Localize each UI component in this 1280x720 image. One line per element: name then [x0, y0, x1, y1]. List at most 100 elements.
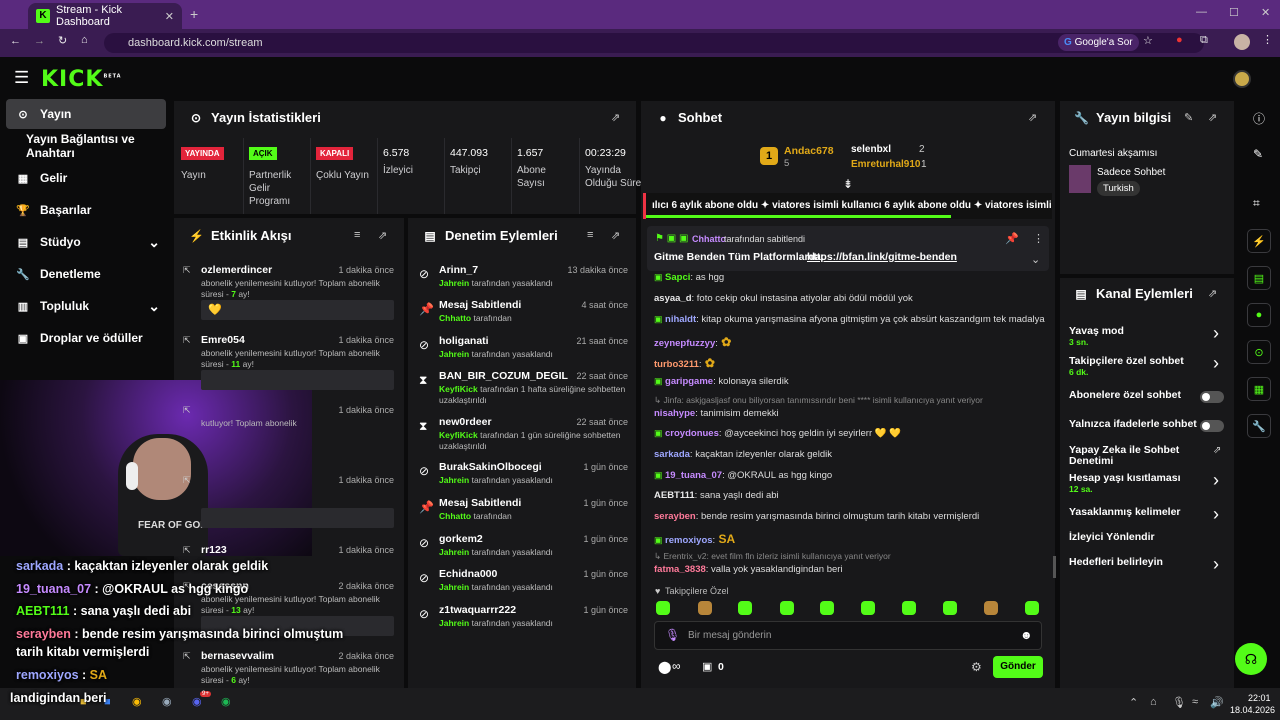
- moderator-name[interactable]: Jahrein: [439, 618, 469, 628]
- chat-settings-icon[interactable]: ⚙: [971, 660, 982, 674]
- activity-username[interactable]: bernasevvalim: [201, 650, 274, 662]
- pinned-link[interactable]: https://bfan.link/gitme-benden: [807, 251, 957, 263]
- clipboard-icon[interactable]: ▤: [1247, 266, 1271, 290]
- channel-action-item[interactable]: Yavaş mod 3 sn.: [1069, 326, 1199, 348]
- popout-icon[interactable]: ⇗: [1208, 111, 1217, 124]
- channel-action-item[interactable]: Yasaklanmış kelimeler: [1069, 507, 1199, 518]
- sidebar-item[interactable]: 🔧 Denetleme: [6, 259, 166, 289]
- google-ask-button[interactable]: G Google'a Sor: [1058, 34, 1139, 51]
- sidebar-item[interactable]: ▥ Topluluk ⌄: [6, 291, 166, 321]
- chrome-icon[interactable]: ◉: [132, 695, 142, 708]
- edit-icon[interactable]: ✎: [1253, 147, 1263, 161]
- broadcast-icon[interactable]: ⊙: [1247, 340, 1271, 364]
- expand-leaderboard-icon[interactable]: ⇟: [843, 177, 853, 191]
- pinned-message[interactable]: [647, 226, 1049, 271]
- activity-username[interactable]: rr123: [201, 544, 227, 556]
- edit-icon[interactable]: ✎: [1184, 111, 1193, 124]
- chevron-down-icon[interactable]: ⌄: [148, 298, 160, 315]
- third-gifter-name[interactable]: Emreturhal910: [851, 159, 920, 170]
- emoji-icon[interactable]: ☻: [1020, 628, 1033, 642]
- screenshot-icon[interactable]: ⌗: [1253, 196, 1260, 211]
- wifi-icon[interactable]: ≈: [1192, 696, 1198, 708]
- maximize-icon[interactable]: ☐: [1229, 6, 1239, 19]
- chat-username[interactable]: AEBT111: [654, 490, 695, 501]
- mic-tray-icon[interactable]: 🎙: [1172, 696, 1186, 709]
- emote-icon[interactable]: [698, 601, 712, 615]
- chat-username[interactable]: 19_tuana_07: [665, 470, 722, 481]
- moderator-name[interactable]: Jahrein: [439, 582, 469, 592]
- channel-points-icon[interactable]: ⬤: [658, 660, 671, 674]
- moderator-name[interactable]: Chhatto: [439, 511, 471, 521]
- chat-username[interactable]: garipgame: [665, 376, 713, 387]
- emote-icon[interactable]: [1025, 601, 1039, 615]
- chat-username[interactable]: turbo3211: [654, 359, 699, 370]
- popout-icon[interactable]: ⇗: [611, 111, 620, 124]
- reload-icon[interactable]: ↻: [58, 34, 67, 47]
- chat-username[interactable]: remoxiyos: [665, 535, 713, 546]
- emote-icon[interactable]: [943, 601, 957, 615]
- hamburger-menu-icon[interactable]: ☰: [14, 68, 29, 88]
- emote-icon[interactable]: [780, 601, 794, 615]
- moderator-name[interactable]: Jahrein: [439, 349, 469, 359]
- home-icon[interactable]: ⌂: [81, 34, 88, 46]
- lightning-icon[interactable]: ⚡: [1247, 229, 1271, 253]
- moderation-title[interactable]: holiganati: [439, 335, 489, 347]
- emote-icon[interactable]: [984, 601, 998, 615]
- channel-action-item[interactable]: İzleyici Yönlendir: [1069, 532, 1199, 543]
- sidebar-item[interactable]: ⊙ Yayın: [6, 99, 166, 129]
- moderator-name[interactable]: Jahrein: [439, 547, 469, 557]
- popout-icon[interactable]: ⇗: [378, 229, 387, 242]
- moderation-title[interactable]: BAN_BIR_COZUM_DEGIL: [439, 370, 568, 382]
- channel-action-item[interactable]: Takipçilere özel sohbet 6 dk.: [1069, 356, 1199, 378]
- chat-username[interactable]: sarkada: [654, 449, 690, 460]
- moderation-title[interactable]: Mesaj Sabitlendi: [439, 299, 521, 311]
- moderation-title[interactable]: BurakSakinOlbocegi: [439, 461, 542, 473]
- emote-icon[interactable]: [902, 601, 916, 615]
- forward-icon[interactable]: →: [34, 35, 45, 47]
- chat-username[interactable]: serayben: [654, 511, 696, 522]
- volume-icon[interactable]: 🔊: [1210, 696, 1224, 709]
- unpin-icon[interactable]: 📌: [1005, 232, 1019, 245]
- chevron-down-icon[interactable]: ⌄: [148, 234, 160, 251]
- chevron-right-icon[interactable]: ›: [1213, 353, 1219, 374]
- steam-icon[interactable]: ◉: [162, 695, 172, 708]
- extension-icon[interactable]: ●: [1176, 34, 1183, 46]
- popout-icon[interactable]: ⇗: [1028, 111, 1037, 124]
- profile-avatar-icon[interactable]: [1234, 34, 1250, 50]
- minimize-icon[interactable]: —: [1196, 6, 1207, 18]
- chat-username[interactable]: Sapci: [665, 272, 690, 283]
- moderation-title[interactable]: Arinn_7: [439, 264, 478, 276]
- collapse-pinned-icon[interactable]: ⌄: [1031, 253, 1040, 266]
- filter-icon[interactable]: ≡: [587, 229, 593, 241]
- chevron-right-icon[interactable]: ›: [1213, 554, 1219, 575]
- moderation-title[interactable]: Mesaj Sabitlendi: [439, 497, 521, 509]
- new-tab-icon[interactable]: +: [190, 6, 198, 22]
- emote-icon[interactable]: [820, 601, 834, 615]
- kick-logo[interactable]: KICKBETA: [41, 67, 122, 92]
- category-name[interactable]: Sadece Sohbet: [1097, 167, 1165, 178]
- support-chat-button[interactable]: ☊: [1235, 643, 1267, 675]
- activity-username[interactable]: Emre054: [201, 334, 245, 346]
- clock-time[interactable]: 22:01: [1248, 693, 1271, 703]
- send-button[interactable]: Gönder: [993, 656, 1043, 678]
- pinned-more-icon[interactable]: ⋮: [1033, 232, 1044, 245]
- moderation-title[interactable]: gorkem2: [439, 533, 483, 545]
- external-link-icon[interactable]: ⇗: [1213, 445, 1221, 456]
- moderator-name[interactable]: Chhatto: [439, 313, 471, 323]
- chat-username[interactable]: nihaldt: [665, 314, 696, 325]
- spotify-icon[interactable]: ◉: [221, 695, 231, 708]
- emote-icon[interactable]: [861, 601, 875, 615]
- chevron-right-icon[interactable]: ›: [1213, 323, 1219, 344]
- sidebar-item[interactable]: ▣ Droplar ve ödüller: [6, 323, 166, 353]
- scrollbar[interactable]: [1053, 556, 1056, 578]
- moderator-name[interactable]: KeyfiKick: [439, 384, 478, 394]
- channel-action-item[interactable]: Hesap yaşı kısıtlaması 12 sa.: [1069, 473, 1199, 495]
- moderator-name[interactable]: Jahrein: [439, 475, 469, 485]
- url-field[interactable]: dashboard.kick.com/stream: [104, 33, 1204, 53]
- popout-icon[interactable]: ⇗: [1208, 287, 1217, 300]
- toggle-switch[interactable]: [1200, 420, 1224, 432]
- activity-username[interactable]: ozlemerdincer: [201, 264, 272, 276]
- sidebar-item[interactable]: ▤ Stüdyo ⌄: [6, 227, 166, 257]
- back-icon[interactable]: ←: [10, 35, 21, 47]
- moderator-name[interactable]: Jahrein: [439, 278, 469, 288]
